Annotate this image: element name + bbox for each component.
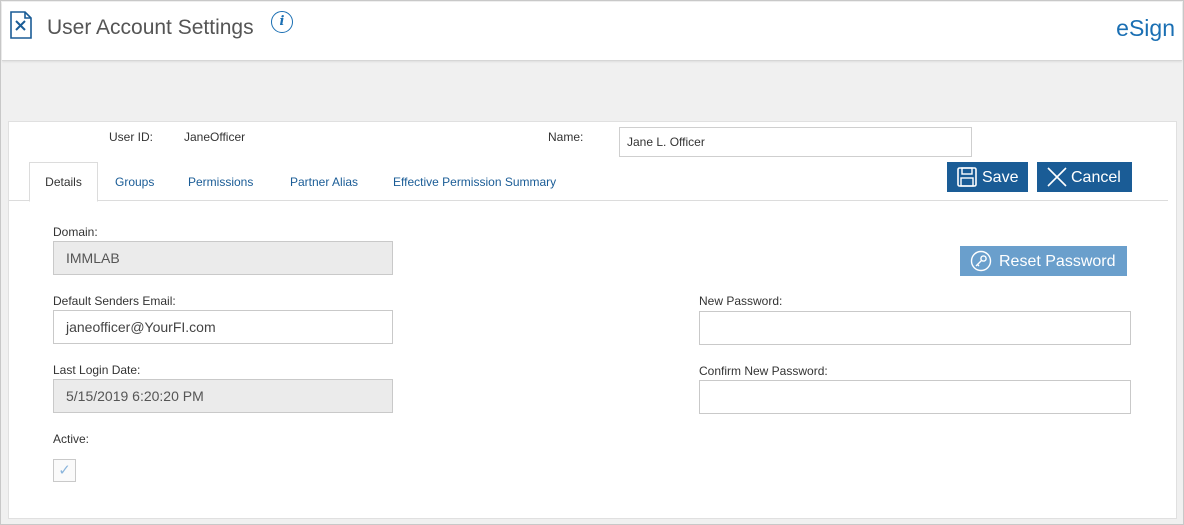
tab-details[interactable]: Details	[29, 162, 98, 202]
user-id-label: User ID:	[109, 130, 154, 144]
floppy-disk-icon	[956, 166, 978, 188]
domain-label: Domain:	[53, 225, 98, 239]
brand-logo: eSign	[1116, 15, 1175, 41]
save-button-label: Save	[982, 169, 1019, 186]
tab-permissions[interactable]: Permissions	[188, 175, 253, 189]
reset-password-label: Reset Password	[999, 253, 1116, 270]
tab-effective-permission-summary[interactable]: Effective Permission Summary	[393, 175, 556, 189]
domain-field: IMMLAB	[53, 241, 393, 275]
new-password-label: New Password:	[699, 294, 783, 308]
confirm-password-field[interactable]	[699, 380, 1131, 414]
new-password-field[interactable]	[699, 311, 1131, 345]
email-label: Default Senders Email:	[53, 294, 176, 308]
cancel-button-label: Cancel	[1071, 169, 1121, 186]
app-window: User Account Settings i eSign User ID: J…	[0, 0, 1184, 525]
email-field[interactable]: janeofficer@YourFI.com	[53, 310, 393, 344]
user-id-value: JaneOfficer	[184, 130, 246, 144]
settings-panel: User ID: JaneOfficer Name: Jane L. Offic…	[8, 121, 1177, 519]
active-checkbox[interactable]: ✓	[53, 459, 76, 482]
cancel-button[interactable]: Cancel	[1037, 162, 1132, 192]
key-icon	[970, 250, 992, 272]
tab-groups[interactable]: Groups	[115, 175, 154, 189]
page-header: User Account Settings i eSign	[2, 2, 1182, 61]
name-label: Name:	[548, 130, 584, 144]
reset-password-button[interactable]: Reset Password	[960, 246, 1127, 276]
confirm-password-label: Confirm New Password:	[699, 364, 828, 378]
document-tools-icon	[10, 11, 32, 39]
page-title: User Account Settings	[47, 16, 254, 39]
tab-partner-alias[interactable]: Partner Alias	[290, 175, 358, 189]
last-login-field: 5/15/2019 6:20:20 PM	[53, 379, 393, 413]
active-label: Active:	[53, 432, 90, 446]
last-login-label: Last Login Date:	[53, 363, 141, 377]
save-button[interactable]: Save	[947, 162, 1028, 192]
close-icon	[1046, 166, 1068, 188]
name-field[interactable]: Jane L. Officer	[619, 127, 972, 157]
info-icon[interactable]: i	[271, 11, 293, 33]
